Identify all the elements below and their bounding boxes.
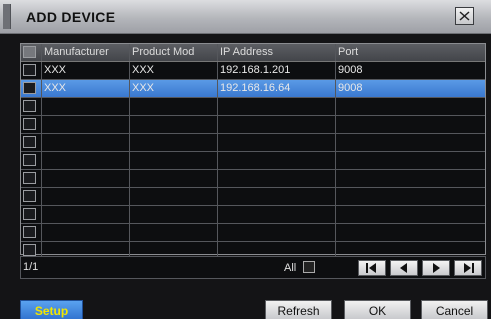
table-row-empty[interactable] <box>21 188 485 206</box>
select-all-checkbox[interactable] <box>303 261 315 273</box>
table-row-empty[interactable] <box>21 98 485 116</box>
row-checkbox[interactable] <box>23 208 36 220</box>
row-checkbox[interactable] <box>23 244 36 256</box>
row-checkbox[interactable] <box>23 100 36 112</box>
header-select-cell <box>21 44 41 61</box>
cancel-button[interactable]: Cancel <box>421 300 488 319</box>
cell-port: 9008 <box>335 62 485 79</box>
prev-page-icon <box>400 263 407 273</box>
first-page-button[interactable] <box>358 260 386 276</box>
row-checkbox[interactable] <box>23 82 36 94</box>
row-select-cell <box>21 80 41 97</box>
close-icon <box>459 11 470 21</box>
row-checkbox[interactable] <box>23 172 36 184</box>
table-header: Manufacturer Product Mod IP Address Port <box>21 44 485 62</box>
title-bar: ADD DEVICE <box>0 0 491 34</box>
device-table: Manufacturer Product Mod IP Address Port… <box>20 43 486 259</box>
table-row-empty[interactable] <box>21 134 485 152</box>
table-row[interactable]: XXX XXX 192.168.1.201 9008 <box>21 62 485 80</box>
title-stripe <box>3 4 11 29</box>
cell-product-model: XXX <box>129 62 217 79</box>
cell-product-model: XXX <box>129 80 217 97</box>
last-page-icon <box>464 263 474 273</box>
row-checkbox[interactable] <box>23 64 36 76</box>
table-row-empty[interactable] <box>21 206 485 224</box>
row-checkbox[interactable] <box>23 190 36 202</box>
next-page-icon <box>433 263 440 273</box>
row-select-cell <box>21 62 41 79</box>
cell-port: 9008 <box>335 80 485 97</box>
table-row-selected[interactable]: XXX XXX 192.168.16.64 9008 <box>21 80 485 98</box>
first-page-icon <box>366 263 376 273</box>
select-all-label: All <box>284 262 297 274</box>
col-port[interactable]: Port <box>335 44 485 61</box>
dialog-title: ADD DEVICE <box>26 9 116 25</box>
col-product-model[interactable]: Product Mod <box>129 44 217 61</box>
col-ip-address[interactable]: IP Address <box>217 44 335 61</box>
table-row-empty[interactable] <box>21 116 485 134</box>
prev-page-button[interactable] <box>390 260 418 276</box>
refresh-button[interactable]: Refresh <box>265 300 332 319</box>
table-row-empty[interactable] <box>21 152 485 170</box>
ok-button[interactable]: OK <box>344 300 411 319</box>
table-row-empty[interactable] <box>21 170 485 188</box>
cell-ip-address: 192.168.16.64 <box>217 80 335 97</box>
close-button[interactable] <box>455 7 474 25</box>
table-footer: 1/1 All <box>20 256 486 279</box>
cell-manufacturer: XXX <box>41 62 129 79</box>
page-indicator: 1/1 <box>23 261 39 273</box>
row-checkbox[interactable] <box>23 226 36 238</box>
cell-ip-address: 192.168.1.201 <box>217 62 335 79</box>
setup-button[interactable]: Setup <box>20 300 83 319</box>
next-page-button[interactable] <box>422 260 450 276</box>
table-row-empty[interactable] <box>21 224 485 242</box>
header-checkbox <box>23 46 36 58</box>
row-checkbox[interactable] <box>23 118 36 130</box>
add-device-dialog: ADD DEVICE Manufacturer Product Mod IP A… <box>0 0 491 319</box>
last-page-button[interactable] <box>454 260 482 276</box>
row-checkbox[interactable] <box>23 154 36 166</box>
cell-manufacturer: XXX <box>41 80 129 97</box>
row-checkbox[interactable] <box>23 136 36 148</box>
col-manufacturer[interactable]: Manufacturer <box>41 44 129 61</box>
